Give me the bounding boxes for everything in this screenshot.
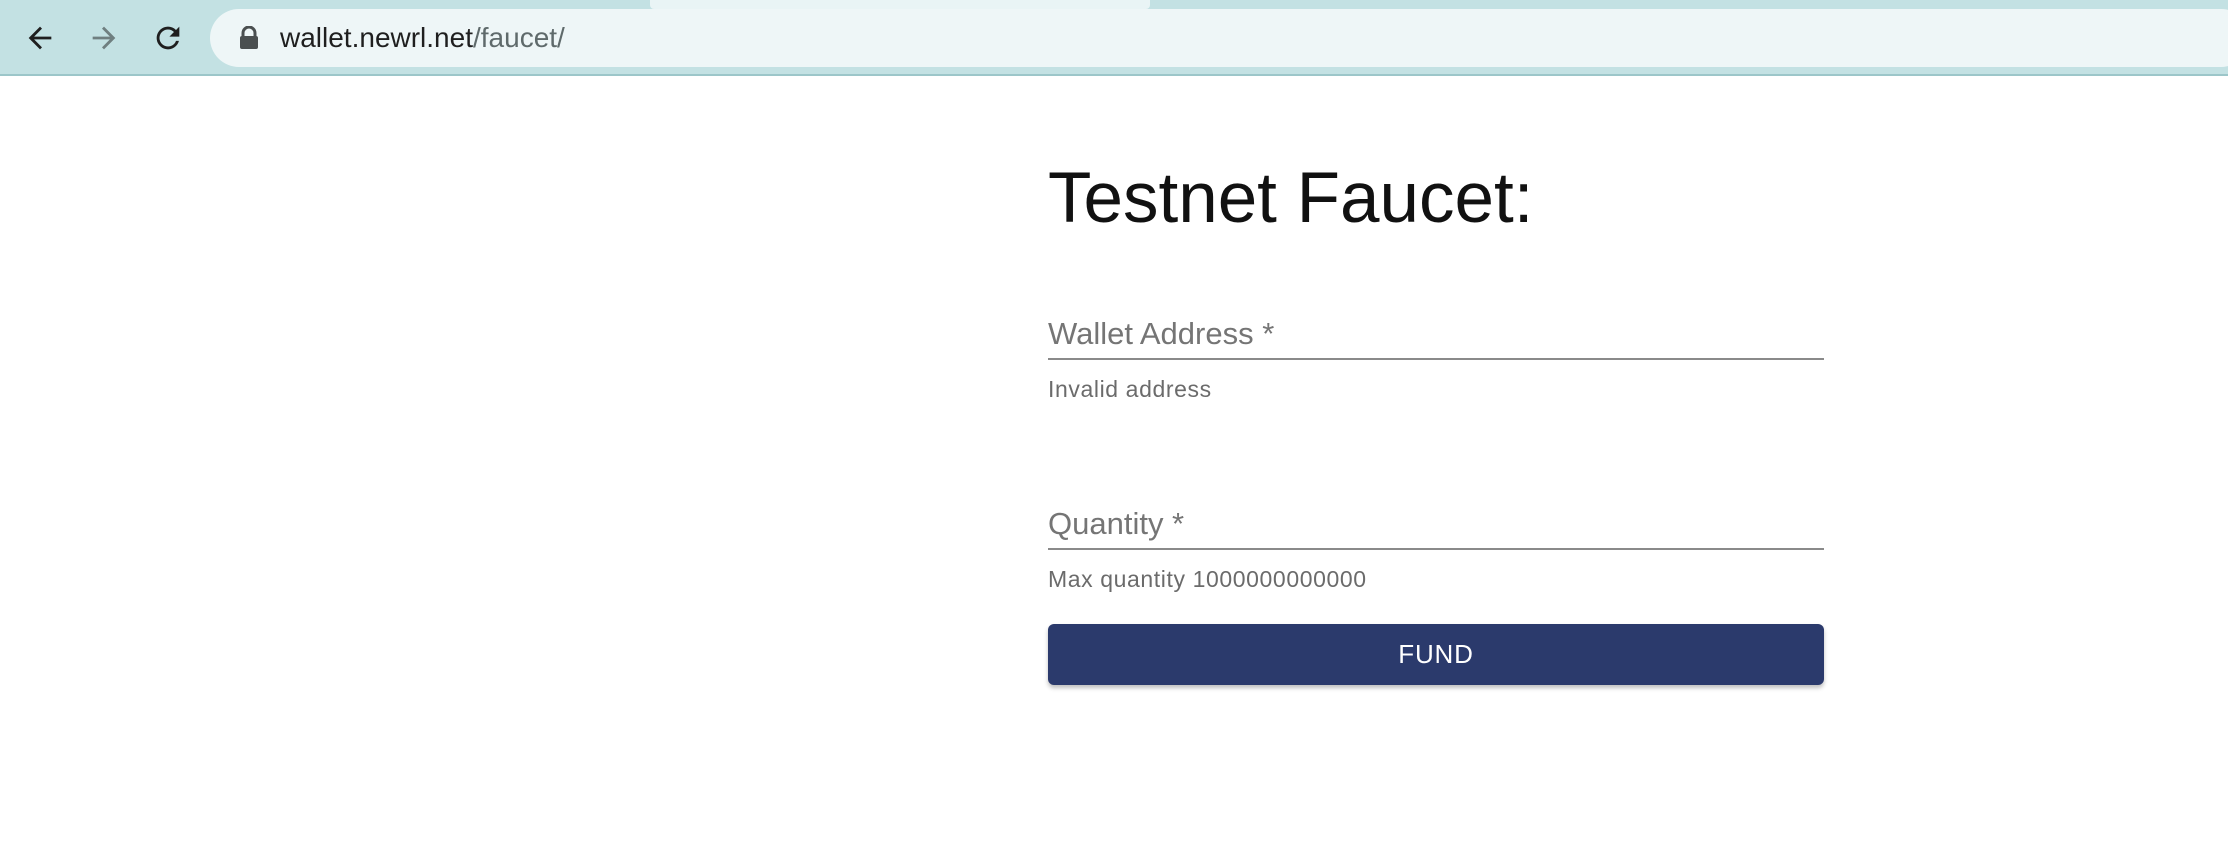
wallet-address-helper: Invalid address <box>1048 376 1212 402</box>
fund-button[interactable]: FUND <box>1048 624 1824 685</box>
url-host: wallet.newrl.net <box>280 22 473 53</box>
url-path: /faucet/ <box>472 22 565 53</box>
forward-button[interactable] <box>80 14 128 62</box>
wallet-address-input[interactable] <box>1048 316 1824 360</box>
arrow-left-icon <box>28 26 52 50</box>
active-tab-indicator <box>650 0 1150 9</box>
quantity-input[interactable] <box>1048 506 1824 550</box>
browser-toolbar: wallet.newrl.net/faucet/ <box>0 0 2228 76</box>
arrow-right-icon <box>92 26 116 50</box>
reload-icon <box>156 26 180 50</box>
quantity-helper: Max quantity 1000000000000 <box>1048 566 1367 592</box>
lock-icon[interactable] <box>238 26 260 50</box>
address-bar[interactable]: wallet.newrl.net/faucet/ <box>210 9 2228 67</box>
back-button[interactable] <box>16 14 64 62</box>
page-content: Testnet Faucet: Wallet Address * Invalid… <box>0 76 2228 856</box>
url-text[interactable]: wallet.newrl.net/faucet/ <box>280 9 565 67</box>
page-title: Testnet Faucet: <box>1048 159 1534 238</box>
reload-button[interactable] <box>144 14 192 62</box>
